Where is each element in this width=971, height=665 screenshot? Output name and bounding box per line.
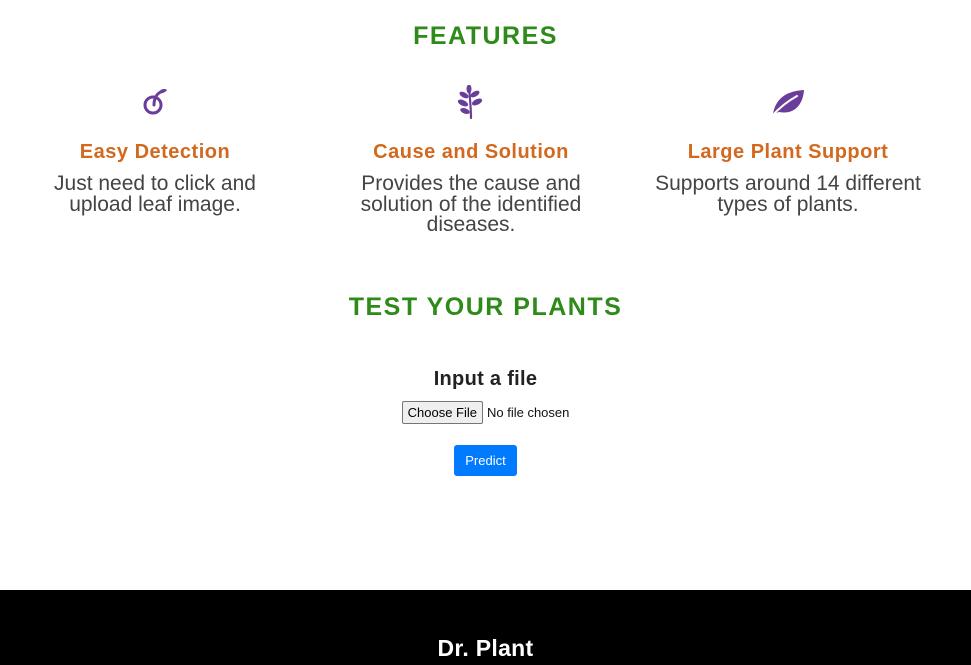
features-heading: FEATURES [413,22,558,50]
feature-description: Supports around 14 different types of pl… [655,172,921,216]
seed-icon [5,84,305,120]
feature-easy-detection: Easy Detection Just need to click and up… [5,84,305,215]
feature-title: Easy Detection [79,141,231,163]
feature-title: Large Plant Support [687,141,889,163]
file-status-text: No file chosen [486,405,570,420]
input-file-label: Input a file [433,368,538,390]
predict-button[interactable]: Predict [454,445,517,476]
footer-brand: Dr. Plant [437,635,534,661]
choose-file-button[interactable]: Choose File [401,401,483,424]
feature-description: Provides the cause and solution of the i… [360,172,582,236]
feature-title: Cause and Solution [373,141,569,163]
test-plants-heading: TEST YOUR PLANTS [348,293,623,321]
file-input[interactable]: Choose File No file chosen [0,401,971,424]
footer: Dr. Plant [0,590,971,665]
herb-icon [321,84,621,120]
feature-large-plant-support: Large Plant Support Supports around 14 d… [638,84,938,215]
feature-cause-solution: Cause and Solution Provides the cause an… [321,84,621,236]
leaf-icon [638,84,938,120]
feature-description: Just need to click and upload leaf image… [54,172,256,216]
upload-form: Input a file Choose File No file chosen … [0,366,971,476]
